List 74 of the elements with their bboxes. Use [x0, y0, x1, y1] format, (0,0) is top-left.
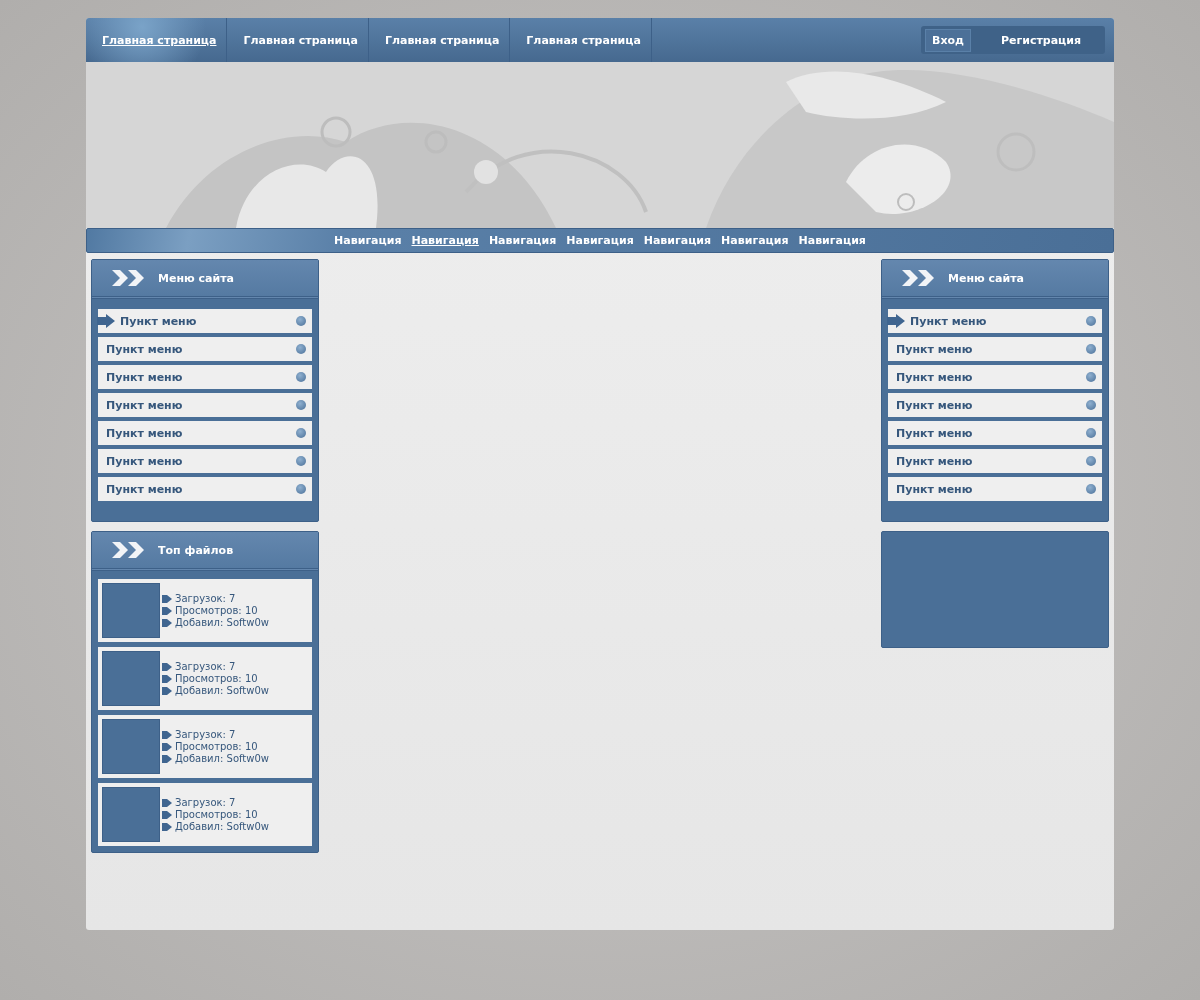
arrow-icon [162, 661, 172, 672]
file-info: Просмотров: 10 [175, 741, 258, 752]
auth-link[interactable]: Вход [925, 28, 971, 52]
arrow-icon [162, 685, 172, 696]
panel-title: Меню сайта [158, 271, 234, 285]
chevrons-icon [112, 542, 146, 558]
file-thumbnail [102, 787, 160, 842]
arrow-icon [162, 753, 172, 764]
menu-item[interactable]: Пункт меню [888, 309, 1102, 333]
menu-item[interactable]: Пункт меню [888, 421, 1102, 445]
bullet-icon [1086, 316, 1096, 326]
arrow-icon [162, 797, 172, 808]
bullet-icon [296, 372, 306, 382]
panel-title: Топ файлов [158, 543, 234, 557]
bullet-icon [1086, 484, 1096, 494]
nav-link[interactable]: Навигация [488, 234, 557, 247]
chevrons-icon [112, 270, 146, 286]
nav-link[interactable]: Навигация [643, 234, 712, 247]
menu-item[interactable]: Пункт меню [98, 309, 312, 333]
menu-item[interactable]: Пункт меню [98, 477, 312, 501]
bullet-icon [1086, 344, 1096, 354]
nav-link[interactable]: Навигация [798, 234, 866, 247]
nav-link[interactable]: Навигация [334, 234, 402, 247]
arrow-icon [162, 821, 172, 832]
file-thumbnail [102, 651, 160, 706]
nav-link[interactable]: Навигация [566, 234, 634, 247]
bullet-icon [1086, 456, 1096, 466]
bullet-icon [1086, 428, 1096, 438]
menu-item[interactable]: Пункт меню [888, 449, 1102, 473]
file-info: Просмотров: 10 [175, 809, 258, 820]
bullet-icon [296, 484, 306, 494]
menu-item[interactable]: Пункт меню [888, 393, 1102, 417]
menu-item[interactable]: Пункт меню [98, 337, 312, 361]
file-info: Загрузок: 7 [175, 729, 236, 740]
file-info: Загрузок: 7 [175, 797, 236, 808]
file-thumbnail [102, 719, 160, 774]
menu-item[interactable]: Пункт меню [98, 449, 312, 473]
arrow-icon [162, 741, 172, 752]
bullet-icon [1086, 372, 1096, 382]
arrow-icon [162, 809, 172, 820]
menu-item[interactable]: Пункт меню [98, 421, 312, 445]
file-info: Загрузок: 7 [175, 593, 236, 604]
top-tab[interactable]: Главная страница [86, 18, 228, 62]
arrow-icon [887, 314, 905, 328]
auth-link[interactable]: Регистрация [994, 29, 1087, 51]
file-info: Просмотров: 10 [175, 673, 258, 684]
arrow-icon [162, 673, 172, 684]
file-info: Просмотров: 10 [175, 605, 258, 616]
nav-link[interactable]: Навигация [411, 234, 479, 247]
menu-item[interactable]: Пункт меню [888, 365, 1102, 389]
arrow-icon [97, 314, 115, 328]
bullet-icon [296, 344, 306, 354]
bullet-icon [296, 400, 306, 410]
file-info: Добавил: Softw0w [175, 685, 269, 696]
bullet-icon [296, 428, 306, 438]
file-thumbnail [102, 583, 160, 638]
menu-item[interactable]: Пункт меню [98, 393, 312, 417]
bullet-icon [296, 456, 306, 466]
bullet-icon [1086, 400, 1096, 410]
arrow-icon [162, 729, 172, 740]
panel-title: Меню сайта [948, 271, 1024, 285]
bullet-icon [296, 316, 306, 326]
chevrons-icon [902, 270, 936, 286]
arrow-icon [162, 605, 172, 616]
arrow-icon [162, 593, 172, 604]
file-info: Добавил: Softw0w [175, 753, 269, 764]
file-info: Добавил: Softw0w [175, 617, 269, 628]
menu-item[interactable]: Пункт меню [888, 337, 1102, 361]
file-info: Загрузок: 7 [175, 661, 236, 672]
file-info: Добавил: Softw0w [175, 821, 269, 832]
nav-link[interactable]: Навигация [721, 234, 789, 247]
arrow-icon [162, 617, 172, 628]
menu-item[interactable]: Пункт меню [888, 477, 1102, 501]
menu-item[interactable]: Пункт меню [98, 365, 312, 389]
